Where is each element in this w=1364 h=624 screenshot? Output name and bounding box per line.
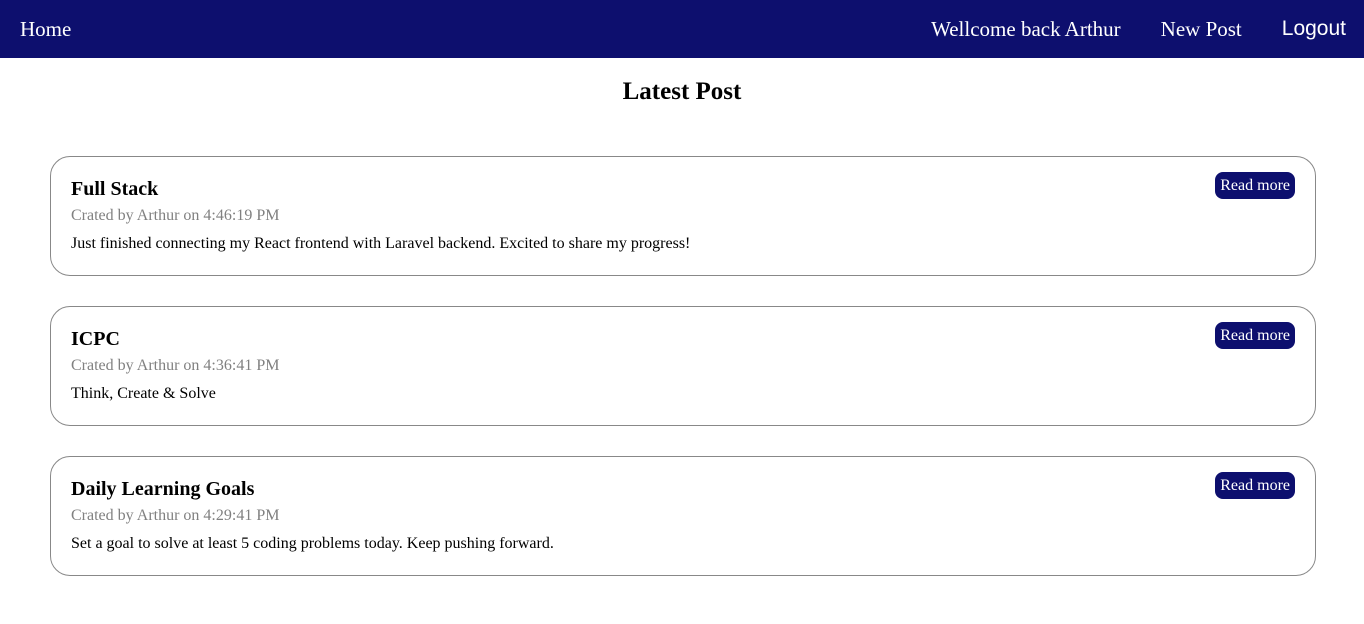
nav-right-group: Wellcome back Arthur New Post Logout — [891, 17, 1346, 42]
read-more-button[interactable]: Read more — [1215, 472, 1295, 499]
post-title: ICPC — [71, 328, 120, 350]
post-list: Full Stack Crated by Arthur on 4:46:19 P… — [0, 156, 1364, 576]
post-meta: Crated by Arthur on 4:29:41 PM — [71, 507, 280, 524]
post-title: Full Stack — [71, 178, 159, 200]
top-navbar: Home Wellcome back Arthur New Post Logou… — [0, 0, 1364, 58]
post-body: Just finished connecting my React fronte… — [71, 235, 691, 252]
post-card: Full Stack Crated by Arthur on 4:46:19 P… — [50, 156, 1316, 276]
page-title: Latest Post — [622, 78, 742, 105]
new-post-link[interactable]: New Post — [1161, 17, 1242, 42]
post-meta: Crated by Arthur on 4:36:41 PM — [71, 357, 280, 374]
post-title: Daily Learning Goals — [71, 478, 255, 500]
logout-link[interactable]: Logout — [1282, 17, 1346, 41]
home-link[interactable]: Home — [20, 17, 71, 42]
read-more-button[interactable]: Read more — [1215, 322, 1295, 349]
post-meta: Crated by Arthur on 4:46:19 PM — [71, 207, 280, 224]
read-more-button[interactable]: Read more — [1215, 172, 1295, 199]
post-body: Set a goal to solve at least 5 coding pr… — [71, 535, 554, 552]
post-card: Daily Learning Goals Crated by Arthur on… — [50, 456, 1316, 576]
welcome-user-link[interactable]: Wellcome back Arthur — [931, 17, 1121, 42]
post-body: Think, Create & Solve — [71, 385, 216, 402]
post-card: ICPC Crated by Arthur on 4:36:41 PM Thin… — [50, 306, 1316, 426]
